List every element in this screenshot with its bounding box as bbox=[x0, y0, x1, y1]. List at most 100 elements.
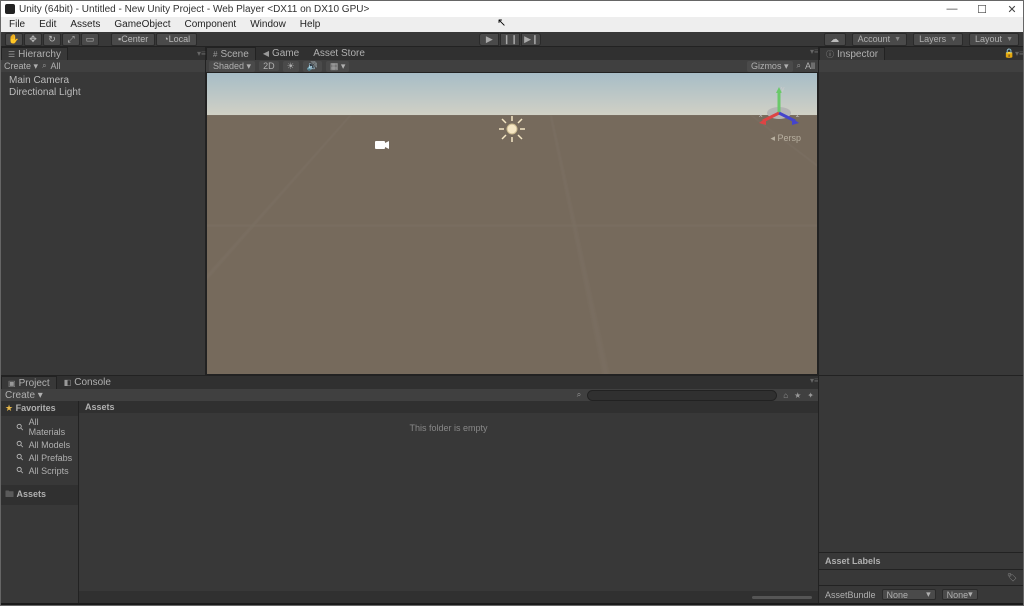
console-tab[interactable]: ◧ Console bbox=[57, 376, 118, 389]
viewport-ground bbox=[207, 115, 817, 374]
layers-dropdown[interactable]: Layers▼ bbox=[913, 33, 963, 46]
project-panel: ▣ Project ◧ Console ▾≡ Create ▾ ⌕ ⌂ ★ ✦ … bbox=[1, 375, 818, 603]
assets-folder[interactable]: 🖿 Assets bbox=[1, 485, 78, 505]
project-search-input[interactable] bbox=[587, 390, 777, 401]
viewport-sky bbox=[207, 73, 817, 115]
shading-mode-dropdown[interactable]: Shaded ▾ bbox=[209, 61, 255, 72]
menu-window[interactable]: Window bbox=[244, 19, 292, 30]
scene-tab[interactable]: # Scene bbox=[206, 47, 256, 60]
inspector-options-button[interactable]: ▾≡ bbox=[1015, 49, 1023, 58]
project-tab[interactable]: ▣ Project bbox=[1, 376, 57, 389]
menu-gameobject[interactable]: GameObject bbox=[108, 19, 176, 30]
camera-gizmo[interactable] bbox=[374, 139, 390, 154]
folder-icon: 🖿 bbox=[5, 489, 14, 499]
assetbundle-label: AssetBundle bbox=[825, 590, 876, 600]
scene-viewport[interactable]: x y z ◂ Persp bbox=[206, 72, 818, 375]
menu-component[interactable]: Component bbox=[179, 19, 243, 30]
lock-icon[interactable]: 🔒 bbox=[1004, 48, 1015, 59]
minimize-button[interactable]: — bbox=[945, 3, 959, 15]
move-tool-button[interactable]: ✥ bbox=[24, 33, 42, 46]
inspector-bottom-panel: Asset Labels 🏷 AssetBundle None ▾ None ▾ bbox=[818, 375, 1023, 603]
project-options-button[interactable]: ▾≡ bbox=[810, 376, 818, 389]
maximize-button[interactable]: ☐ bbox=[975, 3, 989, 16]
project-create-button[interactable]: Create ▾ bbox=[5, 390, 43, 401]
main-toolbar: ✋ ✥ ↻ ⤢ ▭ ▪ Center ◔ Local ▶ ❙❙ ▶❙ ☁ Acc… bbox=[1, 32, 1023, 47]
effects-dropdown[interactable]: ▦ ▾ bbox=[326, 61, 350, 72]
handle-space-button[interactable]: ◔ Local bbox=[156, 33, 197, 46]
assetbundle-section: AssetBundle None ▾ None ▾ bbox=[819, 585, 1023, 603]
search-icon: ⌕ bbox=[797, 61, 801, 71]
rotate-tool-button[interactable]: ↻ bbox=[43, 33, 61, 46]
favorite-all-prefabs[interactable]: ⚲All Prefabs bbox=[1, 451, 78, 464]
inspector-tab[interactable]: ⓘ Inspector bbox=[819, 47, 885, 60]
layout-dropdown[interactable]: Layout▼ bbox=[969, 33, 1019, 46]
hierarchy-item-main-camera[interactable]: Main Camera bbox=[9, 74, 197, 86]
hierarchy-icon: ☰ bbox=[8, 50, 15, 59]
project-breadcrumb[interactable]: Assets bbox=[79, 401, 818, 413]
menubar: File Edit Assets GameObject Component Wi… bbox=[1, 17, 1023, 32]
center-panel: # Scene ◀ Game Asset Store ▾≡ Shaded ▾ 2… bbox=[206, 47, 818, 375]
axis-x-label: x bbox=[759, 112, 763, 119]
favorites-header[interactable]: ★ Favorites bbox=[1, 401, 78, 416]
project-footer bbox=[79, 591, 818, 603]
center-options-button[interactable]: ▾≡ bbox=[810, 47, 818, 60]
game-tab[interactable]: ◀ Game bbox=[256, 47, 306, 60]
menu-file[interactable]: File bbox=[3, 19, 31, 30]
menu-assets[interactable]: Assets bbox=[64, 19, 106, 30]
hierarchy-search-all[interactable]: All bbox=[51, 61, 61, 71]
pivot-toggle-button[interactable]: ▪ Center bbox=[111, 33, 155, 46]
scene-search-all[interactable]: All bbox=[805, 61, 815, 71]
gizmos-dropdown[interactable]: Gizmos ▾ bbox=[747, 61, 793, 72]
filter-icon[interactable]: ⌂ bbox=[783, 391, 788, 400]
tag-icon[interactable]: 🏷 bbox=[1007, 573, 1017, 582]
menu-help[interactable]: Help bbox=[294, 19, 327, 30]
account-dropdown[interactable]: Account▼ bbox=[852, 33, 907, 46]
scene-icon: # bbox=[213, 50, 217, 59]
inspector-panel: ⓘ Inspector 🔒 ▾≡ bbox=[818, 47, 1023, 375]
favorite-icon[interactable]: ★ bbox=[794, 391, 801, 400]
orientation-gizmo[interactable]: x y z bbox=[757, 85, 801, 129]
hierarchy-options-button[interactable]: ▾≡ bbox=[197, 49, 205, 58]
search-icon: ⚲ bbox=[14, 464, 26, 476]
step-button[interactable]: ▶❙ bbox=[521, 33, 541, 46]
hand-tool-button[interactable]: ✋ bbox=[5, 33, 23, 46]
asset-store-tab[interactable]: Asset Store bbox=[306, 47, 372, 60]
rect-tool-button[interactable]: ▭ bbox=[81, 33, 99, 46]
2d-toggle-button[interactable]: 2D bbox=[259, 61, 279, 71]
hierarchy-item-directional-light[interactable]: Directional Light bbox=[9, 86, 197, 98]
hierarchy-tab[interactable]: ☰ Hierarchy bbox=[1, 47, 68, 60]
projection-label[interactable]: ◂ Persp bbox=[770, 133, 801, 144]
cloud-button[interactable]: ☁ bbox=[824, 33, 846, 46]
axis-y-label: y bbox=[781, 86, 785, 93]
play-button[interactable]: ▶ bbox=[479, 33, 499, 46]
asset-labels-section: Asset Labels bbox=[819, 552, 1023, 569]
thumbnail-size-slider[interactable] bbox=[752, 596, 812, 599]
search-icon: ⌕ bbox=[577, 390, 581, 400]
project-icon: ▣ bbox=[8, 379, 16, 388]
favorite-all-scripts[interactable]: ⚲All Scripts bbox=[1, 464, 78, 477]
scale-tool-button[interactable]: ⤢ bbox=[62, 33, 80, 46]
mouse-cursor: ↖ bbox=[497, 16, 506, 29]
project-content-area[interactable]: This folder is empty bbox=[79, 413, 818, 591]
directional-light-gizmo[interactable] bbox=[498, 115, 526, 143]
favorite-all-materials[interactable]: ⚲All Materials bbox=[1, 416, 78, 438]
close-button[interactable]: ✕ bbox=[1005, 3, 1019, 16]
search-icon: ⚲ bbox=[14, 451, 26, 463]
search-icon: ⚲ bbox=[14, 438, 26, 450]
audio-toggle-button[interactable]: 🔊 bbox=[303, 61, 322, 72]
console-icon: ◧ bbox=[64, 378, 72, 387]
menu-edit[interactable]: Edit bbox=[33, 19, 62, 30]
pause-button[interactable]: ❙❙ bbox=[500, 33, 520, 46]
lighting-toggle-button[interactable]: ☀ bbox=[283, 61, 299, 72]
empty-folder-label: This folder is empty bbox=[409, 423, 487, 433]
save-search-icon[interactable]: ✦ bbox=[807, 391, 814, 400]
assetbundle-name-dropdown[interactable]: None ▾ bbox=[882, 589, 936, 600]
info-icon: ⓘ bbox=[826, 49, 834, 60]
project-tree: ★ Favorites ⚲All Materials ⚲All Models ⚲… bbox=[1, 401, 79, 603]
assetbundle-variant-dropdown[interactable]: None ▾ bbox=[942, 589, 978, 600]
hierarchy-create-button[interactable]: Create ▾ bbox=[4, 61, 38, 72]
search-icon: ⌕ bbox=[42, 61, 46, 71]
game-icon: ◀ bbox=[263, 49, 269, 58]
favorite-all-models[interactable]: ⚲All Models bbox=[1, 438, 78, 451]
window-titlebar: Unity (64bit) - Untitled - New Unity Pro… bbox=[1, 1, 1023, 17]
